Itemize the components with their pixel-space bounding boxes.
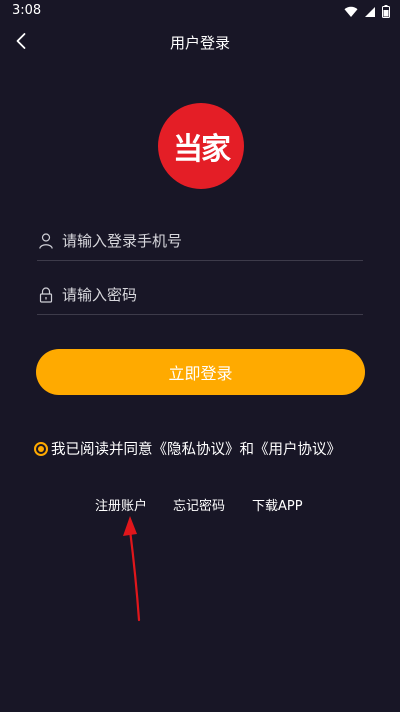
password-field <box>37 275 363 315</box>
login-screen: 3:08 用户登录 当家 请输入登录手机号 立即登录 我已阅读并同意 《隐私协议… <box>0 0 400 712</box>
lock-icon <box>39 287 53 303</box>
status-time: 3:08 <box>12 3 42 18</box>
logo-text: 当家 <box>173 132 231 167</box>
download-app-link[interactable]: 下载APP <box>252 495 303 514</box>
user-agreement-link[interactable]: 《用户协议》 <box>254 438 341 459</box>
status-icons <box>344 5 390 18</box>
user-icon <box>39 233 53 249</box>
signal-icon <box>365 6 375 17</box>
wifi-icon <box>344 6 358 17</box>
status-bar: 3:08 <box>0 0 400 24</box>
battery-icon <box>382 5 390 18</box>
forgot-password-link[interactable]: 忘记密码 <box>173 495 225 514</box>
agreement: 我已阅读并同意 《隐私协议》 和 《用户协议》 <box>34 438 341 459</box>
page-title: 用户登录 <box>169 34 230 52</box>
bottom-links: 注册账户 忘记密码 下载APP <box>0 495 400 515</box>
phone-field <box>37 221 363 261</box>
nav-bar: 用户登录 <box>0 24 400 58</box>
agree-checkbox[interactable] <box>34 441 48 456</box>
agreement-prefix: 我已阅读并同意 <box>51 442 153 458</box>
phone-input[interactable] <box>62 227 352 255</box>
app-logo: 当家 <box>158 103 244 189</box>
agreement-conjunction: 和 <box>239 442 255 458</box>
privacy-policy-link[interactable]: 《隐私协议》 <box>153 438 240 459</box>
annotation-arrow-icon <box>123 516 141 622</box>
password-input[interactable] <box>62 281 352 309</box>
checked-dot-icon <box>38 445 44 452</box>
login-button[interactable]: 立即登录 <box>36 349 365 395</box>
